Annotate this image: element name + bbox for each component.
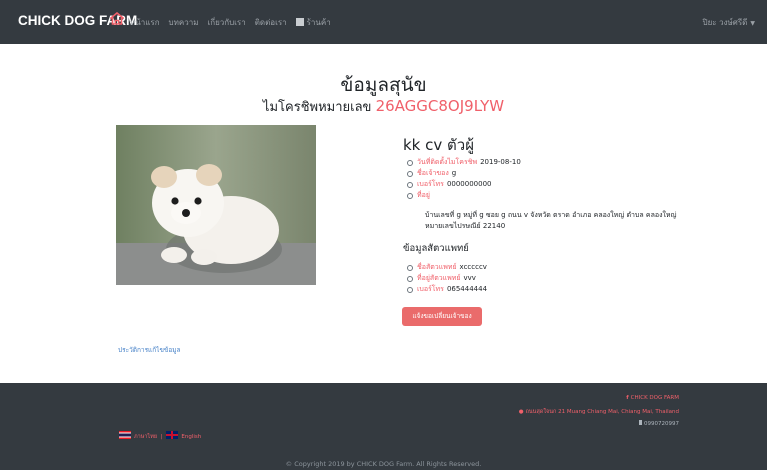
edit-history-link[interactable]: ประวัติการแก้ไขข้อมูล	[118, 345, 181, 355]
shop-icon	[295, 18, 304, 26]
info-label: ที่อยู่สัตวแพทย์	[417, 274, 461, 282]
info-label: ที่อยู่	[417, 191, 430, 199]
nav-home[interactable]: หน้าแรก	[130, 16, 160, 29]
info-item-vet-address: ที่อยู่สัตวแพทย์ vvv	[406, 273, 487, 284]
owner-info-list: วันที่ติดตั้งไมโครชิพ 2019-08-10 ชื่อเจ้า…	[407, 157, 521, 201]
location-pin-icon: ●	[518, 409, 524, 415]
dog-name: kk cv ตัวผู้	[403, 136, 474, 154]
top-navbar: CHICK DOG FARM หน้าแรก บทความ เกี่ยวกับเ…	[0, 0, 767, 44]
owner-address: บ้านเลขที่ g หมู่ที่ g ซอย g ถนน v จังหว…	[425, 211, 677, 230]
info-label: ชื่อเจ้าของ	[417, 169, 449, 177]
lang-separator: |	[160, 434, 163, 440]
info-value: xcccccv	[459, 263, 487, 271]
nav-shop[interactable]: ร้านค้า	[295, 16, 331, 29]
footer-phone-text: 0990720997	[644, 421, 679, 427]
info-item-owner-name: ชื่อเจ้าของ g	[407, 168, 521, 179]
copyright-text: © Copyright 2019 by CHICK DOG Farm. All …	[285, 460, 482, 468]
vet-info-list: ชื่อสัตวแพทย์ xcccccv ที่อยู่สัตวแพทย์ vvv…	[406, 262, 488, 295]
lang-english-link[interactable]: English	[181, 434, 201, 440]
footer-phone: 0990720997	[639, 420, 679, 427]
user-dropdown[interactable]: ปิยะ วงษ์ศรีดี ▼	[703, 16, 755, 29]
language-switcher: ภาษาไทย | English	[119, 431, 201, 441]
info-item-vet-name: ชื่อสัตวแพทย์ xcccccv	[406, 262, 487, 273]
info-value: 0000000000	[446, 180, 492, 188]
info-item-vet-phone: เบอร์โทร 065444444	[406, 284, 488, 295]
footer: f CHICK DOG FARM ● ถนนสุดใจนก 21 Muang Chi…	[0, 383, 767, 470]
dog-photo	[116, 125, 316, 285]
vet-heading: ข้อมูลสัตวแพทย์	[403, 243, 469, 254]
info-value: g	[451, 169, 457, 177]
nav-links: หน้าแรก บทความ เกี่ยวกับเรา ติดต่อเรา ร้…	[130, 16, 331, 29]
lang-thai-link[interactable]: ภาษาไทย	[134, 434, 157, 440]
microchip-label: ไมโครชิพหมายเลข	[262, 100, 372, 115]
footer-address: ● ถนนสุดใจนก 21 Muang Chiang Mai, Chiang …	[519, 408, 679, 416]
info-label: เบอร์โทร	[417, 285, 444, 293]
footer-facebook-link[interactable]: f CHICK DOG FARM	[626, 395, 679, 401]
info-item-chip-date: วันที่ติดตั้งไมโครชิพ 2019-08-10	[407, 157, 521, 168]
uk-flag-icon[interactable]	[166, 431, 179, 439]
caret-down-icon: ▼	[750, 20, 755, 27]
microchip-number: 26AGGC8OJ9LYW	[375, 97, 505, 115]
page-subtitle: ไมโครชิพหมายเลข 26AGGC8OJ9LYW	[0, 96, 767, 117]
info-item-address: ที่อยู่	[407, 190, 521, 201]
user-name: ปิยะ วงษ์ศรีดี	[702, 18, 748, 27]
info-item-owner-phone: เบอร์โทร 0000000000	[407, 179, 521, 190]
info-label: ชื่อสัตวแพทย์	[417, 263, 457, 271]
nav-contact[interactable]: ติดต่อเรา	[255, 16, 287, 29]
info-value: 065444444	[446, 285, 488, 293]
phone-icon	[639, 420, 642, 425]
info-value: vvv	[463, 274, 476, 282]
info-value: 2019-08-10	[480, 158, 521, 166]
nav-shop-label: ร้านค้า	[306, 18, 331, 27]
footer-address-text: ถนนสุดใจนก 21 Muang Chiang Mai, Chiang M…	[525, 409, 679, 415]
house-logo-icon[interactable]	[110, 12, 124, 26]
request-owner-change-button[interactable]: แจ้งขอเปลี่ยนเจ้าของ	[402, 307, 482, 326]
nav-articles[interactable]: บทความ	[169, 16, 199, 29]
footer-facebook-label: CHICK DOG FARM	[630, 395, 679, 401]
thai-flag-icon[interactable]	[119, 431, 131, 439]
info-label: วันที่ติดตั้งไมโครชิพ	[417, 158, 478, 166]
info-label: เบอร์โทร	[417, 180, 444, 188]
nav-about[interactable]: เกี่ยวกับเรา	[208, 16, 246, 29]
facebook-icon: f	[626, 395, 629, 401]
